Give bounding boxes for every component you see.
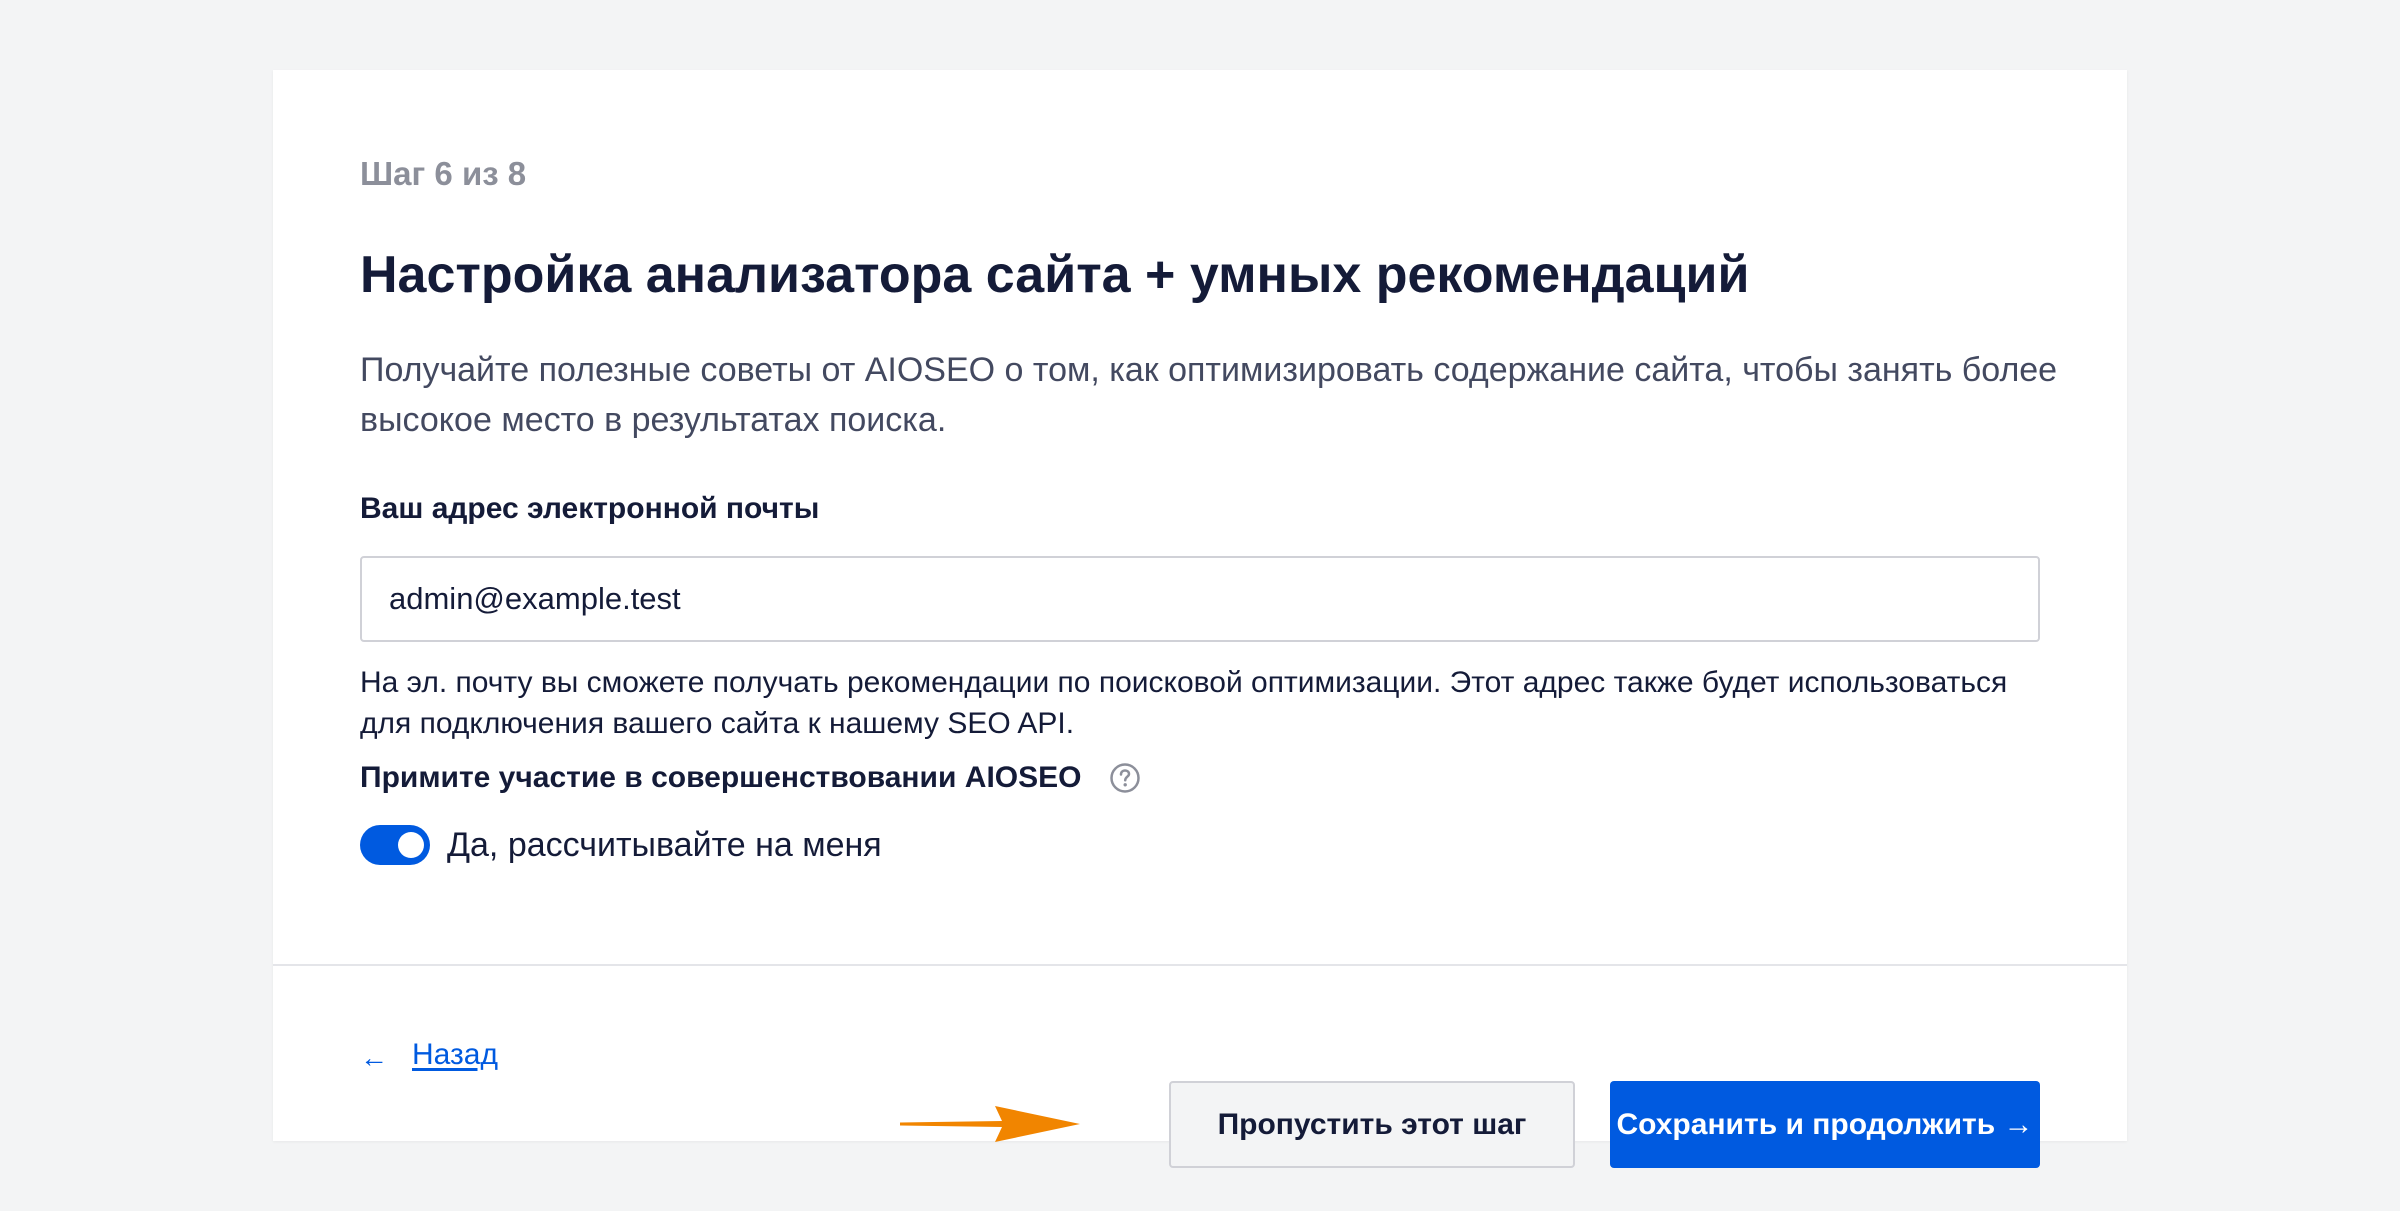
email-label: Ваш адрес электронной почты <box>360 492 820 525</box>
page-title: Настройка анализатора сайта + умных реко… <box>360 246 1750 304</box>
back-link-label: Назад <box>412 1038 498 1071</box>
toggle-knob <box>398 832 424 858</box>
question-circle-icon[interactable] <box>1109 762 1141 794</box>
arrow-left-icon: ← <box>360 1042 388 1073</box>
back-link[interactable]: ← Назад <box>360 1036 498 1074</box>
page-description: Получайте полезные советы от AIOSEO о то… <box>360 351 2058 439</box>
usage-tracking-toggle-row: Да, рассчитывайте на меня <box>360 822 882 868</box>
email-hint: На эл. почту вы сможете получать рекомен… <box>360 666 2008 740</box>
usage-tracking-label: Примите участие в совершенствовании AIOS… <box>360 761 1082 794</box>
skip-step-button[interactable]: Пропустить этот шаг <box>1169 1081 1575 1168</box>
email-field[interactable] <box>360 556 2040 642</box>
usage-tracking-row: Примите участие в совершенствовании AIOS… <box>360 758 1141 798</box>
wizard-footer: ← Назад Пропустить этот шаг Сохранить и … <box>360 966 2040 1168</box>
toggle-label: Да, рассчитывайте на меня <box>447 825 882 864</box>
orange-arrow-icon <box>900 1106 1080 1142</box>
wizard-card: Шаг 6 из 8 Настройка анализатора сайта +… <box>273 70 2127 1168</box>
usage-tracking-toggle[interactable] <box>360 825 430 865</box>
step-indicator: Шаг 6 из 8 <box>360 155 527 192</box>
save-and-continue-button[interactable]: Сохранить и продолжить → <box>1610 1081 2040 1168</box>
